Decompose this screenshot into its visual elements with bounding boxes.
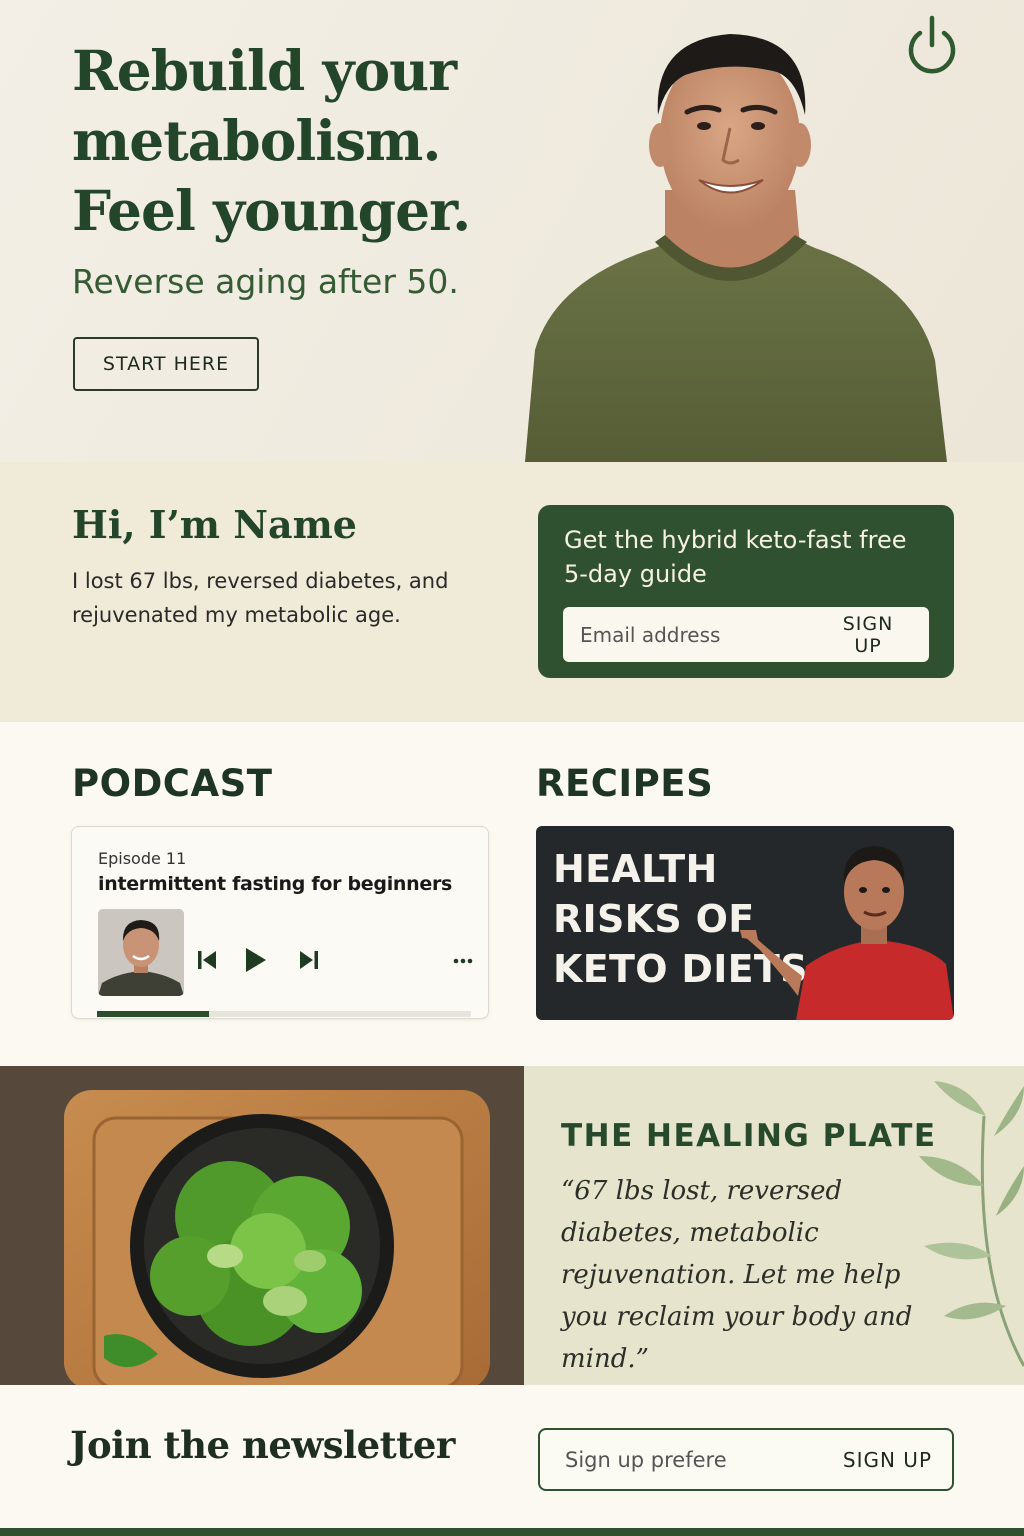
podcast-player-card: Episode 11 intermittent fasting for begi…: [71, 826, 489, 1019]
hero-title-line: Rebuild your: [72, 38, 457, 103]
intro-bio: I lost 67 lbs, reversed diabetes, and re…: [72, 569, 449, 627]
healing-plate-panel: THE HEALING PLATE “67 lbs lost, reversed…: [524, 1066, 1024, 1385]
hero-title-line: metabolism.: [72, 108, 441, 173]
host-thumbnail-image: [98, 909, 184, 996]
salad-image: [0, 1066, 524, 1385]
hero-section: Rebuild your metabolism. Feel younger. R…: [0, 0, 1024, 462]
intro-section: Hi, I’m Name I lost 67 lbs, reversed dia…: [0, 462, 1024, 722]
skip-back-icon[interactable]: [196, 949, 218, 971]
podcast-heading: PODCAST: [72, 762, 273, 805]
recipe-video-card[interactable]: HEALTH RISKS OF KETO DIETS: [536, 826, 954, 1020]
host-portrait-image: [525, 34, 947, 462]
more-icon[interactable]: [453, 958, 473, 964]
guide-title: Get the hybrid keto-fast free 5-day guid…: [564, 526, 907, 588]
host-pointing-image: [740, 846, 954, 1020]
footer-bar: [0, 1528, 1024, 1536]
newsletter-email-input[interactable]: [540, 1430, 843, 1489]
skip-forward-icon[interactable]: [298, 949, 320, 971]
hero-title-line: Feel younger.: [72, 178, 471, 243]
intro-greeting: Hi, I’m Name: [72, 502, 357, 547]
start-here-button[interactable]: START HERE: [73, 337, 259, 391]
play-icon[interactable]: [244, 946, 268, 974]
guide-signup-form: SIGN UP: [563, 607, 929, 662]
salad-bowl-illustration: [0, 1066, 524, 1385]
guide-email-input[interactable]: [563, 607, 829, 662]
newsletter-signup-button[interactable]: SIGN UP: [843, 1448, 952, 1472]
guide-signup-button[interactable]: SIGN UP: [829, 613, 929, 657]
episode-progress-bar[interactable]: [97, 1011, 471, 1017]
newsletter-form: SIGN UP: [538, 1428, 954, 1491]
episode-progress-fill: [97, 1011, 210, 1017]
episode-title: intermittent fasting for beginners: [98, 873, 453, 895]
healing-plate-title: THE HEALING PLATE: [561, 1118, 937, 1154]
newsletter-title: Join the newsletter: [70, 1423, 455, 1467]
episode-thumbnail: [98, 909, 184, 996]
newsletter-section: Join the newsletter SIGN UP: [0, 1385, 1024, 1536]
hero-title: Rebuild your metabolism. Feel younger.: [72, 36, 502, 246]
healing-plate-section: THE HEALING PLATE “67 lbs lost, reversed…: [0, 1066, 1024, 1385]
healing-plate-quote: “67 lbs lost, reversed diabetes, metabol…: [561, 1176, 913, 1374]
hero-subtitle: Reverse aging after 50.: [72, 262, 459, 301]
episode-number: Episode 11: [98, 849, 187, 868]
recipes-heading: RECIPES: [536, 762, 714, 805]
guide-signup-card: Get the hybrid keto-fast free 5-day guid…: [538, 505, 954, 678]
